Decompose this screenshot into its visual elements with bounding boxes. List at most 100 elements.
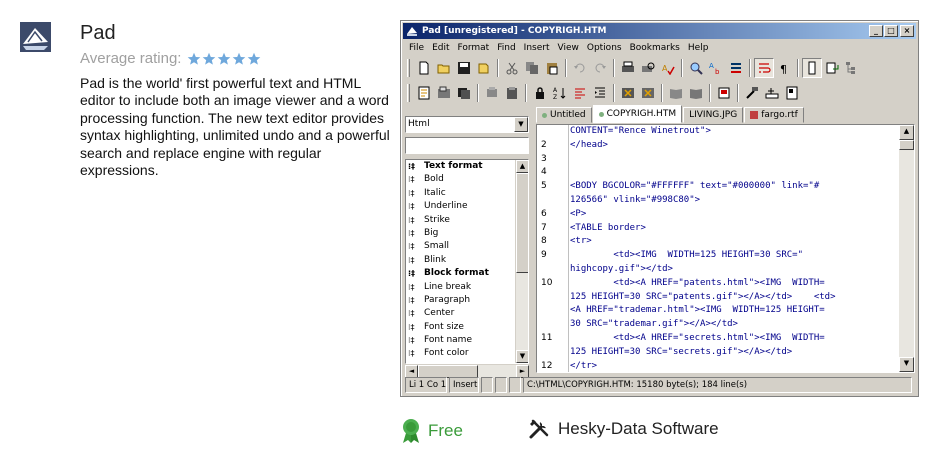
ruler-icon[interactable]: [762, 83, 782, 103]
minimize-button[interactable]: _: [869, 25, 883, 37]
menu-item-format[interactable]: Format: [454, 41, 494, 55]
chevron-down-icon[interactable]: ▼: [514, 117, 528, 132]
menu-item-help[interactable]: Help: [684, 41, 713, 55]
paste-icon[interactable]: [542, 58, 562, 78]
browser-preview-icon[interactable]: [714, 83, 734, 103]
close-button[interactable]: ×: [900, 25, 914, 37]
panel-toggle-icon[interactable]: [802, 58, 822, 78]
code-line: 126566" vlink="#998C80">: [570, 194, 896, 208]
menu-item-edit[interactable]: Edit: [428, 41, 453, 55]
redo-icon[interactable]: [590, 58, 610, 78]
tag-list-scrollbar[interactable]: ▲ ▼: [515, 160, 528, 363]
document-tab-label: fargo.rtf: [761, 110, 798, 120]
tag-list-item[interactable]: ⁝‡ Italic: [406, 187, 528, 200]
code-line: <A HREF="trademar.html"><IMG WIDTH=125 H…: [570, 304, 896, 318]
code-line-text: 126566" vlink="#998C80">: [570, 194, 701, 205]
clipboard-icon[interactable]: [502, 83, 522, 103]
menu-item-find[interactable]: Find: [493, 41, 519, 55]
toolbar-main: A Ab ¶: [405, 56, 862, 80]
menu-item-view[interactable]: View: [554, 41, 583, 55]
tag-list-item[interactable]: ⁝‡ Line break: [406, 281, 528, 294]
page-setup-icon[interactable]: [782, 83, 802, 103]
line-number: 10: [541, 277, 553, 288]
undo-icon[interactable]: [570, 58, 590, 78]
tag-list-item[interactable]: ⁝‡ Small: [406, 240, 528, 253]
menu-item-file[interactable]: File: [405, 41, 428, 55]
scroll-down-icon[interactable]: ▼: [899, 357, 914, 372]
code-text[interactable]: CONTENT="Rence Winetrout"> 2 </head> 3 4 5 <…: [541, 125, 896, 372]
image-view-icon[interactable]: [482, 83, 502, 103]
maximize-button[interactable]: □: [884, 25, 898, 37]
cut-icon[interactable]: [502, 58, 522, 78]
word-wrap-icon[interactable]: [754, 58, 774, 78]
document-tab[interactable]: Untitled: [536, 107, 592, 123]
save-icon[interactable]: [454, 58, 474, 78]
code-editor[interactable]: CONTENT="Rence Winetrout"> 2 </head> 3 4 5 <…: [536, 124, 915, 373]
sort-icon[interactable]: AZ: [550, 83, 570, 103]
document-icon[interactable]: [414, 83, 434, 103]
menu-item-insert[interactable]: Insert: [520, 41, 554, 55]
tag-list-item[interactable]: ⁝‡ Font name: [406, 334, 528, 347]
syntax-select[interactable]: Html ▼: [405, 116, 529, 133]
print-preview-icon[interactable]: [638, 58, 658, 78]
app-title: Pad: [80, 22, 116, 44]
tree-view-icon[interactable]: [842, 58, 862, 78]
status-bar: Li 1 Co 1 Insert C:\HTML\COPYRIGH.HTM: 1…: [405, 377, 916, 393]
scroll-down-icon[interactable]: ▼: [516, 350, 528, 363]
spellcheck-icon[interactable]: A: [658, 58, 678, 78]
html-tag-icon[interactable]: [618, 83, 638, 103]
tag-panel: Html ▼ ⁝‡ Text format ⁝‡ Bold ⁝‡ Italic ⁝‡ Unde…: [405, 107, 532, 379]
tag-list-item[interactable]: ⁝‡ Paragraph: [406, 294, 528, 307]
hammer-icon[interactable]: [742, 83, 762, 103]
document-tab[interactable]: fargo.rtf: [744, 107, 804, 123]
code-line: 12 </tr>: [541, 360, 896, 372]
bookmark-list-icon[interactable]: [726, 58, 746, 78]
save-all-icon[interactable]: [474, 58, 494, 78]
scroll-thumb[interactable]: [516, 173, 528, 273]
align-left-icon[interactable]: [570, 83, 590, 103]
table-tag-icon[interactable]: [638, 83, 658, 103]
menu-item-bookmarks[interactable]: Bookmarks: [626, 41, 684, 55]
line-number: 5: [541, 181, 547, 192]
scroll-up-icon[interactable]: ▲: [516, 160, 528, 173]
indent-icon[interactable]: [590, 83, 610, 103]
find-icon[interactable]: [686, 58, 706, 78]
tag-list-item[interactable]: ⁝‡ Font size: [406, 321, 528, 334]
status-cell-empty: [481, 377, 493, 393]
tag-list-item[interactable]: ⁝‡ Strike: [406, 214, 528, 227]
tag-list-item[interactable]: ⁝‡ Center: [406, 307, 528, 320]
new-file-icon[interactable]: [414, 58, 434, 78]
tag-list: ⁝‡ Text format ⁝‡ Bold ⁝‡ Italic ⁝‡ Underline ⁝‡…: [405, 159, 529, 364]
tab-status-icon: [598, 111, 604, 117]
menu-item-options[interactable]: Options: [583, 41, 626, 55]
scroll-thumb[interactable]: [899, 140, 914, 150]
tag-list-item[interactable]: ⁝‡ Bold: [406, 173, 528, 186]
tag-list-item[interactable]: ⁝‡ Font color: [406, 347, 528, 360]
editor-scrollbar[interactable]: ▲ ▼: [899, 125, 914, 372]
insert-file-icon[interactable]: [822, 58, 842, 78]
tag-list-label: Underline: [424, 201, 468, 212]
open-folder-icon[interactable]: [434, 58, 454, 78]
document-tab[interactable]: LIVING.JPG: [683, 107, 744, 123]
code-line: 6 <P>: [541, 208, 896, 222]
tag-list-item[interactable]: ⁝‡ Big: [406, 227, 528, 240]
document-tab[interactable]: COPYRIGH.HTM: [592, 105, 683, 123]
tag-list-item[interactable]: ⁝‡ Underline: [406, 200, 528, 213]
book-icon[interactable]: [666, 83, 686, 103]
tag-icon: ⁝‡: [408, 295, 415, 305]
replace-icon[interactable]: Ab: [706, 58, 726, 78]
scroll-up-icon[interactable]: ▲: [899, 125, 914, 140]
save-copy-icon[interactable]: [454, 83, 474, 103]
show-paragraph-icon[interactable]: ¶: [774, 58, 794, 78]
folder-tree-icon[interactable]: [434, 83, 454, 103]
developer-name[interactable]: Hesky-Data Software: [558, 419, 719, 439]
copy-icon[interactable]: [522, 58, 542, 78]
tag-list-item[interactable]: ⁝‡ Text format: [406, 160, 528, 173]
tag-filter-input[interactable]: [405, 137, 529, 154]
print-icon[interactable]: [618, 58, 638, 78]
tag-list-item[interactable]: ⁝‡ Blink: [406, 254, 528, 267]
book-open-icon[interactable]: [686, 83, 706, 103]
tag-list-item[interactable]: ⁝‡ Block format: [406, 267, 528, 280]
lock-icon[interactable]: [530, 83, 550, 103]
tag-list-label: Big: [424, 227, 439, 238]
